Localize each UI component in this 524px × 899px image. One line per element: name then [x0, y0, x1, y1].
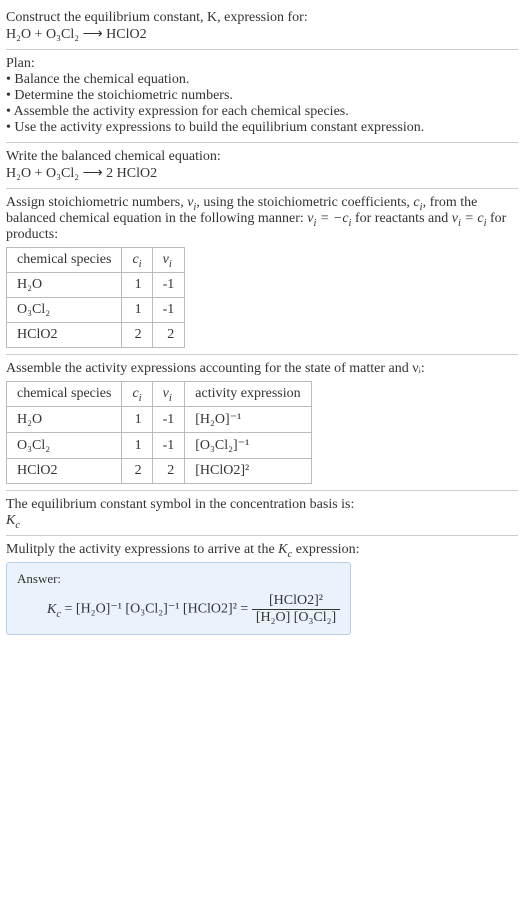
- balanced-equation: H₂O + O₃Cl₂ ⟶ 2 HClO2: [6, 165, 518, 182]
- plan-bullet: • Determine the stoichiometric numbers.: [6, 88, 518, 104]
- col-expr: activity expression: [185, 382, 311, 407]
- plan-bullet: • Use the activity expressions to build …: [6, 120, 518, 136]
- table-row: chemical species ci νi: [7, 248, 185, 273]
- activity-heading: Assemble the activity expressions accoun…: [6, 361, 518, 377]
- cell-vi: -1: [152, 273, 185, 298]
- multiply-text-b: expression:: [292, 542, 359, 557]
- plan-bullet: • Assemble the activity expression for e…: [6, 104, 518, 120]
- multiply-section: Mulitply the activity expressions to arr…: [6, 536, 518, 641]
- cell-ci: 2: [122, 459, 152, 484]
- cell-species: HClO2: [7, 323, 122, 348]
- col-ci: ci: [122, 248, 152, 273]
- plan-heading: Plan:: [6, 56, 518, 72]
- plan-bullet: • Balance the chemical equation.: [6, 72, 518, 88]
- activity-section: Assemble the activity expressions accoun…: [6, 355, 518, 490]
- answer-box: Answer: Kc = [H₂O]⁻¹ [O₃Cl₂]⁻¹ [HClO2]² …: [6, 562, 351, 635]
- symbol-line2: Kc: [6, 513, 518, 529]
- stoich-text-a: Assign stoichiometric numbers,: [6, 195, 187, 210]
- cell-ci: 1: [122, 433, 152, 459]
- intro-text: Construct the equilibrium constant, K, e…: [6, 10, 308, 25]
- symbol-section: The equilibrium constant symbol in the c…: [6, 491, 518, 535]
- table-row: H₂O 1 -1 [H₂O]⁻¹: [7, 407, 312, 433]
- col-species: chemical species: [7, 248, 122, 273]
- stoich-table: chemical species ci νi H₂O 1 -1 O₃Cl₂ 1 …: [6, 247, 185, 348]
- table-row: O₃Cl₂ 1 -1: [7, 298, 185, 323]
- nu-eq-c: νi = ci: [452, 211, 487, 226]
- multiply-heading: Mulitply the activity expressions to arr…: [6, 542, 518, 558]
- stoich-section: Assign stoichiometric numbers, νi, using…: [6, 189, 518, 354]
- multiply-text-a: Mulitply the activity expressions to arr…: [6, 542, 278, 557]
- col-ci: ci: [122, 382, 152, 407]
- cell-vi: -1: [152, 298, 185, 323]
- plan-section: Plan: • Balance the chemical equation. •…: [6, 50, 518, 142]
- col-vi: νi: [152, 248, 185, 273]
- col-species: chemical species: [7, 382, 122, 407]
- cell-expr: [H₂O]⁻¹: [185, 407, 311, 433]
- cell-ci: 2: [122, 323, 152, 348]
- cell-expr: [HClO2]²: [185, 459, 311, 484]
- cell-ci: 1: [122, 298, 152, 323]
- balanced-heading: Write the balanced chemical equation:: [6, 149, 518, 165]
- activity-table: chemical species ci νi activity expressi…: [6, 381, 312, 484]
- cell-species: HClO2: [7, 459, 122, 484]
- cell-ci: 1: [122, 407, 152, 433]
- cell-vi: -1: [152, 433, 185, 459]
- nu-i: νi: [187, 195, 196, 210]
- symbol-line1: The equilibrium constant symbol in the c…: [6, 497, 518, 513]
- fraction-numerator: [HClO2]²: [252, 593, 340, 610]
- table-row: H₂O 1 -1: [7, 273, 185, 298]
- table-row: chemical species ci νi activity expressi…: [7, 382, 312, 407]
- cell-expr: [O₃Cl₂]⁻¹: [185, 433, 311, 459]
- stoich-text: Assign stoichiometric numbers, νi, using…: [6, 195, 518, 243]
- table-row: HClO2 2 2: [7, 323, 185, 348]
- col-vi: νi: [152, 382, 185, 407]
- cell-vi: 2: [152, 459, 185, 484]
- fraction: [HClO2]² [H₂O] [O₃Cl₂]: [252, 593, 340, 626]
- fraction-denominator: [H₂O] [O₃Cl₂]: [252, 610, 340, 626]
- stoich-text-d: for reactants and: [351, 211, 451, 226]
- nu-eq-neg-c: νi = −ci: [307, 211, 351, 226]
- intro-section: Construct the equilibrium constant, K, e…: [6, 4, 518, 49]
- cell-species: O₃Cl₂: [7, 298, 122, 323]
- eq-text: = [H₂O]⁻¹ [O₃Cl₂]⁻¹ [HClO2]² =: [65, 602, 252, 617]
- table-row: O₃Cl₂ 1 -1 [O₃Cl₂]⁻¹: [7, 433, 312, 459]
- cell-species: H₂O: [7, 407, 122, 433]
- cell-vi: 2: [152, 323, 185, 348]
- intro-line1: Construct the equilibrium constant, K, e…: [6, 10, 518, 26]
- cell-species: O₃Cl₂: [7, 433, 122, 459]
- kc-symbol: Kc: [47, 602, 61, 617]
- cell-ci: 1: [122, 273, 152, 298]
- c-i: ci: [413, 195, 422, 210]
- cell-species: H₂O: [7, 273, 122, 298]
- balanced-section: Write the balanced chemical equation: H₂…: [6, 143, 518, 188]
- intro-equation: H₂O + O₃Cl₂ ⟶ HClO2: [6, 26, 518, 43]
- answer-label: Answer:: [17, 571, 340, 587]
- kc-symbol: Kc: [278, 542, 292, 557]
- cell-vi: -1: [152, 407, 185, 433]
- stoich-text-b: , using the stoichiometric coefficients,: [196, 195, 413, 210]
- answer-expression: Kc = [H₂O]⁻¹ [O₃Cl₂]⁻¹ [HClO2]² = [HClO2…: [17, 593, 340, 626]
- table-row: HClO2 2 2 [HClO2]²: [7, 459, 312, 484]
